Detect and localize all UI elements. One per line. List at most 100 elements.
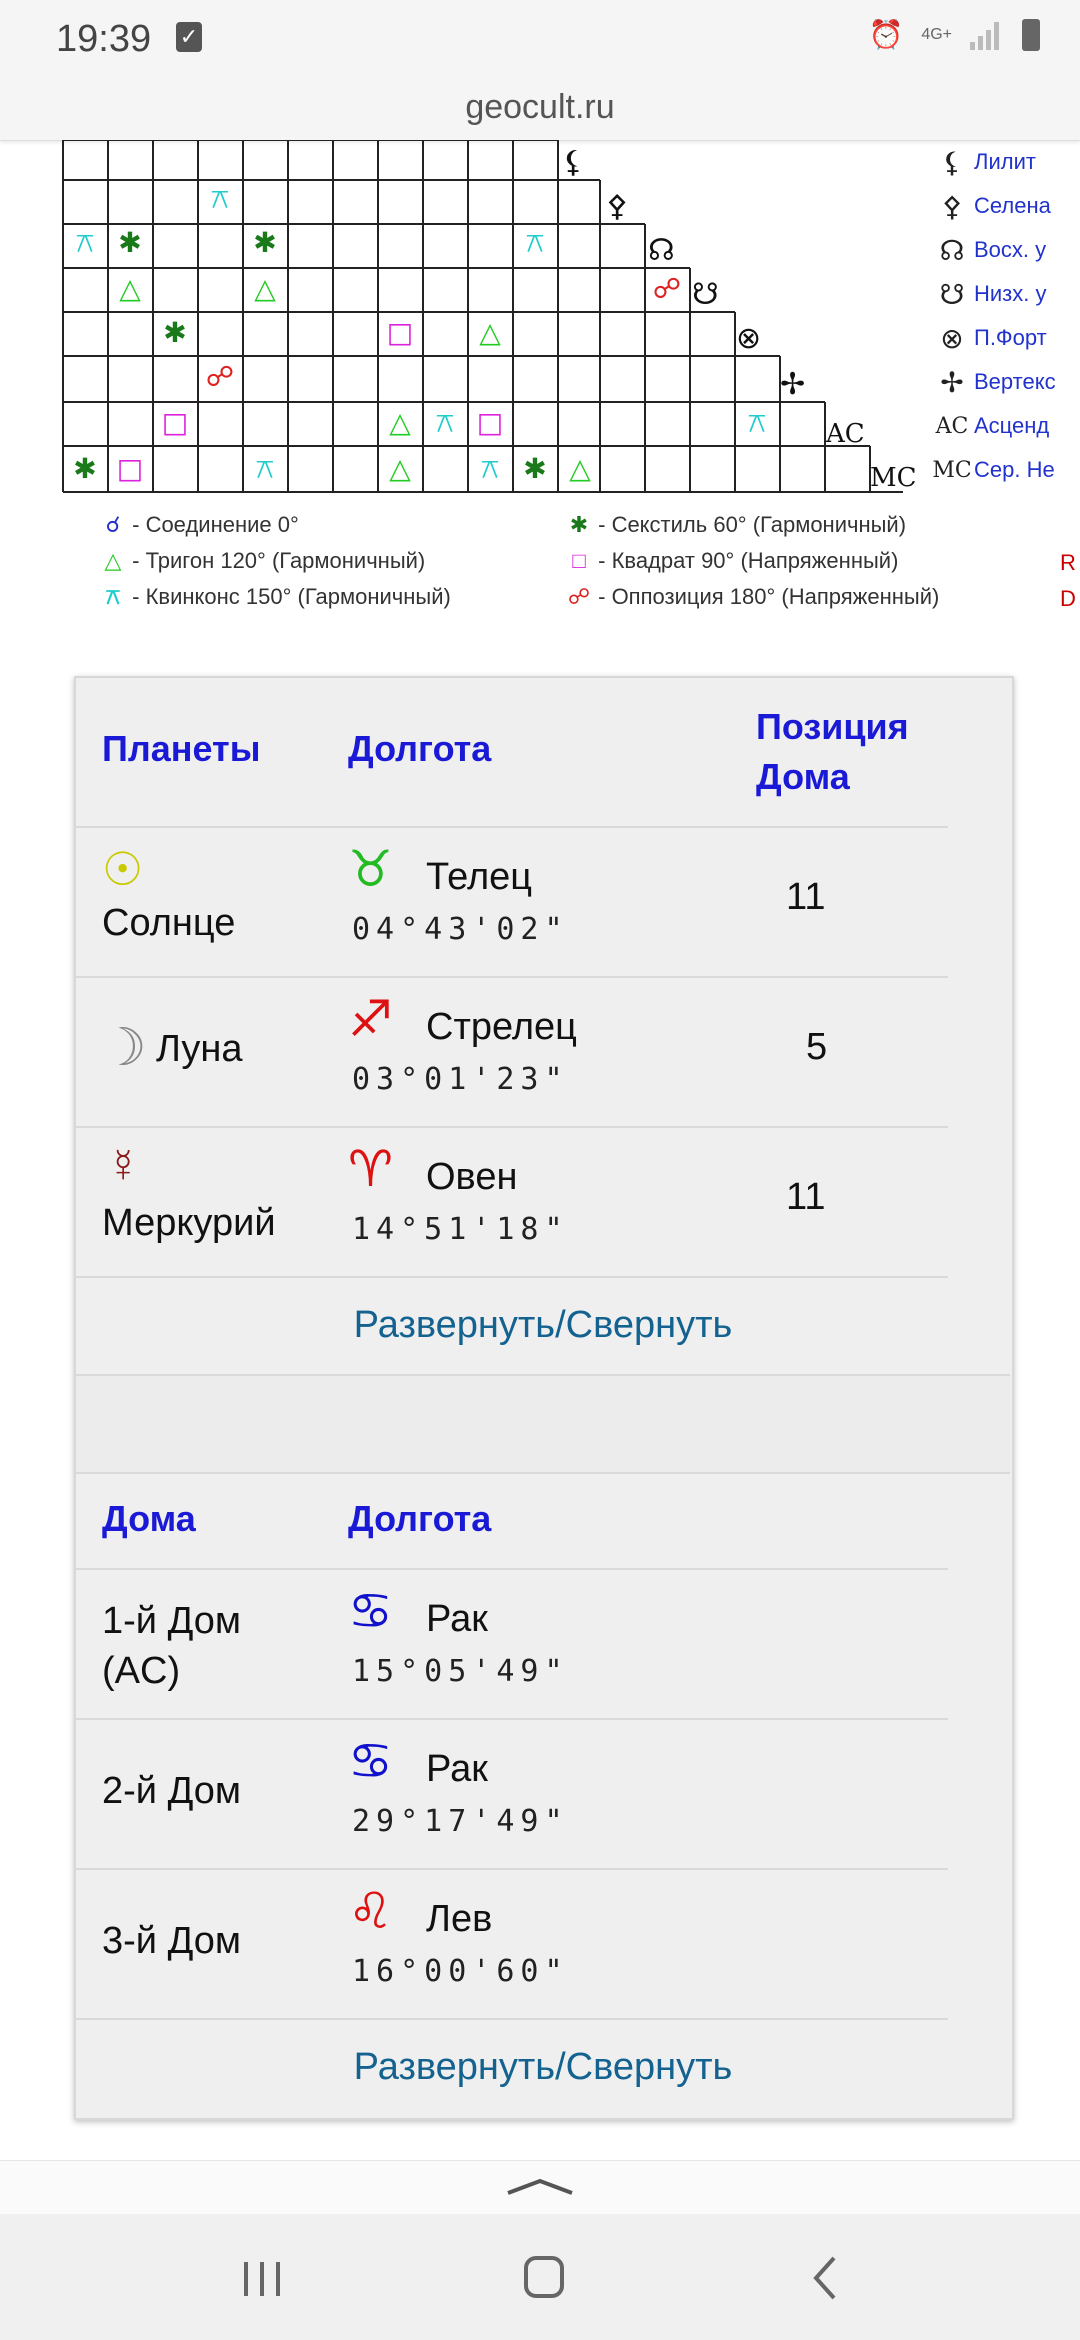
midheaven-icon: MC: [932, 457, 972, 483]
svg-text:⚻: ⚻: [211, 182, 230, 215]
svg-text:△: △: [389, 452, 411, 485]
houses-header: Дома: [102, 1498, 196, 1539]
sun-icon: ☉: [102, 843, 144, 895]
svg-text:⚻: ⚻: [748, 406, 767, 439]
home-button[interactable]: [504, 2244, 584, 2310]
data-card: Планеты Долгота Позиция Дома ☉ Солнце ♉ …: [74, 676, 1014, 2120]
svg-text:☍: ☍: [653, 272, 681, 305]
house-name: 3-й Дом: [102, 1920, 241, 1962]
sign-name: Овен: [426, 1156, 518, 1198]
legend-link[interactable]: Селена: [974, 193, 1051, 219]
house-number: 11: [786, 1176, 826, 1218]
sign-name: Стрелец: [426, 1006, 577, 1048]
svg-text:△: △: [569, 452, 591, 485]
bottom-sheet-handle[interactable]: [0, 2160, 1080, 2215]
legend-link[interactable]: Сер. Не: [974, 457, 1055, 483]
degree-value: 29°17'49": [352, 1804, 569, 1839]
degree-value: 03°01'23": [352, 1062, 569, 1097]
fortune-icon: ⊗: [940, 322, 964, 354]
planet-legend: ⚸ Лилит ⚴ Селена ☊ Восх. у ☋ Низх. у ⊗ П.Форт…: [930, 140, 1080, 492]
legend-item: AC Асценд: [930, 404, 1080, 448]
planet-name: Луна: [156, 1028, 243, 1070]
house-name: 2-й Дом: [102, 1770, 241, 1812]
sign-name: Лев: [426, 1898, 493, 1940]
sign-name: Телец: [426, 856, 533, 898]
svg-text:MC: MC: [870, 463, 917, 493]
signal-icon: [970, 20, 1004, 50]
cancer-icon: ♋: [348, 1583, 393, 1639]
checkbox-notification-icon: ✓: [176, 22, 202, 52]
svg-text:⚻: ⚻: [436, 406, 455, 439]
recent-apps-button[interactable]: [222, 2244, 302, 2310]
svg-text:⚸: ⚸: [562, 145, 584, 180]
degree-value: 14°51'18": [352, 1212, 569, 1247]
north-node-icon: ☊: [939, 234, 965, 266]
svg-text:□: □: [387, 316, 413, 349]
svg-text:☊: ☊: [648, 233, 675, 268]
svg-text:✱: ✱: [73, 452, 96, 485]
legend-item: ⊗ П.Форт: [930, 316, 1080, 360]
expand-collapse-planets-button[interactable]: Развернуть/Свернуть: [76, 1304, 1010, 1347]
system-navigation-bar: [0, 2214, 1080, 2340]
network-type: 4G+: [921, 25, 952, 43]
address-bar[interactable]: geocult.ru: [0, 82, 1080, 141]
houses-header-row: Дома Долгота: [76, 1472, 948, 1570]
legend-item: ⚸ Лилит: [930, 140, 1080, 184]
separator: [76, 1374, 1010, 1474]
planets-header: Планеты: [102, 728, 261, 769]
aspect-legend-quincunx: ⚻ - Квинконс 150° (Гармоничный): [100, 584, 451, 610]
back-button[interactable]: [786, 2244, 866, 2310]
svg-text:☍: ☍: [206, 360, 234, 393]
house-number: 5: [806, 1026, 828, 1068]
aspect-legend-sextile: ✱ - Секстиль 60° (Гармоничный): [566, 512, 906, 538]
status-bar: 19:39 ✓ ⏰ 4G+: [0, 0, 1080, 82]
aspect-grid-section: ⚸ ⚴ ☊ ☋ ⊗ ✢ AC MC ⚻ ⚻ ✱ ✱ ⚻ △ △ ☍ ✱ □ △ …: [0, 140, 1080, 640]
svg-text:△: △: [119, 272, 141, 305]
cancer-icon: ♋: [348, 1733, 393, 1789]
expand-collapse-houses-button[interactable]: Развернуть/Свернуть: [76, 2046, 1010, 2089]
legend-link[interactable]: Низх. у: [974, 281, 1047, 307]
svg-text:□: □: [162, 406, 188, 439]
alarm-icon: ⏰: [868, 19, 904, 50]
recent-apps-icon: [244, 2262, 280, 2296]
aries-icon: ♈: [348, 1141, 393, 1197]
planet-name: Солнце: [102, 902, 236, 944]
svg-text:□: □: [117, 452, 143, 485]
house-position-header: Позиция Дома: [756, 706, 909, 797]
planets-header-row: Планеты Долгота Позиция Дома: [76, 678, 948, 828]
ascendant-icon: AC: [935, 413, 969, 439]
moon-icon: ☽: [100, 1019, 147, 1077]
legend-item: ⚴ Селена: [930, 184, 1080, 228]
longitude-header: Долгота: [348, 1498, 492, 1539]
aspect-legend-opposition: ☍ - Оппозиция 180° (Напряженный): [567, 584, 940, 609]
sextile-icon: ✱: [569, 512, 589, 537]
svg-text:△: △: [479, 316, 501, 349]
status-icons: ⏰ 4G+: [868, 18, 1040, 51]
chevron-up-icon: [507, 2178, 573, 2195]
taurus-icon: ♉: [348, 841, 393, 897]
legend-link[interactable]: Вертекс: [974, 369, 1056, 395]
svg-text:⚴: ⚴: [606, 189, 628, 224]
svg-text:✱: ✱: [163, 316, 186, 349]
svg-text:⚻: ⚻: [526, 226, 545, 259]
svg-text:⚻: ⚻: [481, 452, 500, 485]
url-text: geocult.ru: [465, 88, 615, 126]
battery-icon: [1022, 18, 1040, 51]
legend-item: ☋ Низх. у: [930, 272, 1080, 316]
legend-link[interactable]: Лилит: [974, 149, 1036, 175]
home-icon: [524, 2256, 564, 2298]
legend-link[interactable]: П.Форт: [974, 325, 1047, 351]
back-icon: [813, 2256, 836, 2300]
legend-link[interactable]: Асценд: [974, 413, 1049, 439]
planet-row: ☿ Меркурий ♈ Овен 14°51'18" 11: [76, 1128, 948, 1278]
house-row: 1-й Дом (AC) ♋ Рак 15°05'49": [76, 1570, 948, 1720]
legend-link[interactable]: Восх. у: [974, 237, 1046, 263]
svg-text:✱: ✱: [253, 226, 276, 259]
planet-row: ☽ Луна ♐ Стрелец 03°01'23" 5: [76, 978, 948, 1128]
svg-text:⚻: ⚻: [256, 452, 275, 485]
svg-text:△: △: [389, 406, 411, 439]
svg-text:AC: AC: [825, 419, 865, 449]
planet-row: ☉ Солнце ♉ Телец 04°43'02" 11: [76, 828, 948, 978]
trine-icon: △: [104, 548, 122, 573]
lilith-icon: ⚸: [941, 146, 963, 178]
